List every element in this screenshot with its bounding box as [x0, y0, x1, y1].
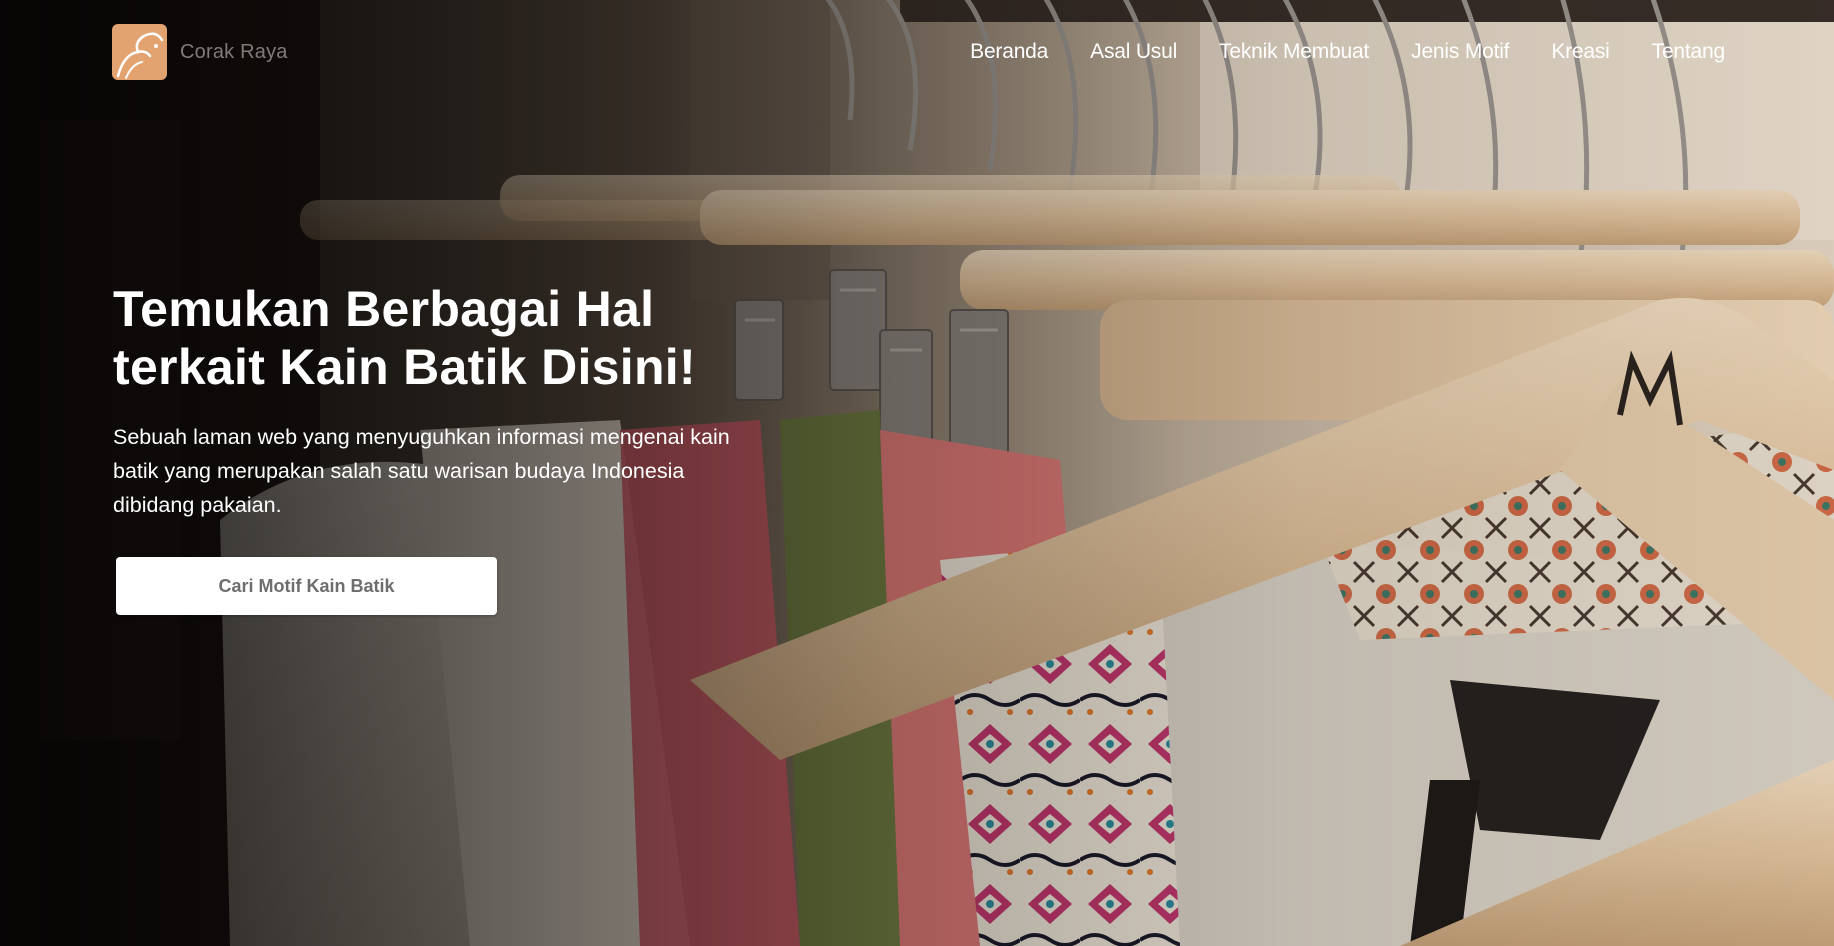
- hero-section: Temukan Berbagai Hal terkait Kain Batik …: [113, 280, 813, 615]
- hero-title: Temukan Berbagai Hal terkait Kain Batik …: [113, 280, 813, 396]
- nav-item-asal-usul[interactable]: Asal Usul: [1090, 38, 1177, 66]
- hero-title-line-1: Temukan Berbagai Hal: [113, 281, 655, 337]
- hero-description-line-3: dibidang pakaian.: [113, 493, 282, 517]
- nav-item-kreasi[interactable]: Kreasi: [1551, 38, 1610, 66]
- hero-description-line-1: Sebuah laman web yang menyuguhkan inform…: [113, 425, 730, 449]
- nav-item-teknik-membuat[interactable]: Teknik Membuat: [1219, 38, 1369, 66]
- nav-item-beranda[interactable]: Beranda: [970, 38, 1048, 66]
- top-navbar: Corak Raya Beranda Asal Usul Teknik Memb…: [0, 0, 1834, 105]
- nav-item-jenis-motif[interactable]: Jenis Motif: [1411, 38, 1509, 66]
- brand-home-link[interactable]: Corak Raya: [112, 24, 288, 80]
- brand-name: Corak Raya: [180, 40, 288, 63]
- hero-description-line-2: batik yang merupakan salah satu warisan …: [113, 459, 685, 483]
- search-batik-motif-button[interactable]: Cari Motif Kain Batik: [116, 557, 497, 615]
- hero-title-line-2: terkait Kain Batik Disini!: [113, 339, 696, 395]
- nav-item-tentang[interactable]: Tentang: [1652, 38, 1726, 66]
- nav-menu: Beranda Asal Usul Teknik Membuat Jenis M…: [970, 38, 1725, 66]
- batik-swirl-icon: [112, 24, 167, 80]
- hero-description: Sebuah laman web yang menyuguhkan inform…: [113, 420, 813, 522]
